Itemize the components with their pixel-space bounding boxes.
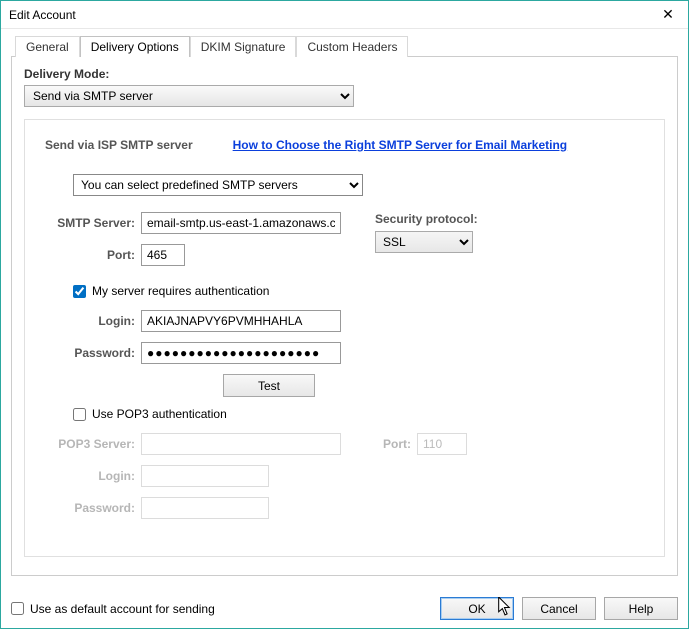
login-label: Login: <box>45 314 135 328</box>
smtp-server-input[interactable] <box>141 212 341 234</box>
help-button[interactable]: Help <box>604 597 678 620</box>
tab-dkim-signature[interactable]: DKIM Signature <box>190 36 297 57</box>
close-button[interactable]: ✕ <box>648 1 688 29</box>
pop3-server-label: POP3 Server: <box>45 437 135 451</box>
ok-button[interactable]: OK <box>440 597 514 620</box>
smtp-panel: Send via ISP SMTP server How to Choose t… <box>24 119 665 557</box>
pop3-port-input <box>417 433 467 455</box>
pop3-login-label: Login: <box>45 469 135 483</box>
window-body: General Delivery Options DKIM Signature … <box>1 29 688 628</box>
help-link-smtp[interactable]: How to Choose the Right SMTP Server for … <box>233 138 568 152</box>
test-button[interactable]: Test <box>223 374 315 397</box>
password-input[interactable] <box>141 342 341 364</box>
security-protocol-select[interactable]: SSL <box>375 231 473 253</box>
pop3-port-label: Port: <box>371 437 411 451</box>
login-input[interactable] <box>141 310 341 332</box>
close-icon: ✕ <box>662 6 674 23</box>
pop3-password-label: Password: <box>45 501 135 515</box>
pop3-login-input <box>141 465 269 487</box>
tab-panel-delivery: Delivery Mode: Send via SMTP server Send… <box>11 56 678 576</box>
tab-general[interactable]: General <box>15 36 80 57</box>
pop3-password-input <box>141 497 269 519</box>
edit-account-window: Edit Account ✕ General Delivery Options … <box>0 0 689 629</box>
titlebar: Edit Account ✕ <box>1 1 688 29</box>
use-as-default-label: Use as default account for sending <box>30 602 215 616</box>
dialog-bottom-bar: Use as default account for sending OK Ca… <box>11 597 678 620</box>
cancel-button[interactable]: Cancel <box>522 597 596 620</box>
use-pop3-label: Use POP3 authentication <box>92 407 227 421</box>
smtp-server-label: SMTP Server: <box>45 216 135 230</box>
password-label: Password: <box>45 346 135 360</box>
delivery-mode-label: Delivery Mode: <box>24 67 665 81</box>
tab-delivery-options[interactable]: Delivery Options <box>80 36 190 57</box>
smtp-port-input[interactable] <box>141 244 185 266</box>
requires-auth-label: My server requires authentication <box>92 284 269 298</box>
smtp-section-title: Send via ISP SMTP server <box>45 138 193 152</box>
security-protocol-label: Security protocol: <box>375 212 478 226</box>
requires-auth-checkbox[interactable] <box>73 285 86 298</box>
preset-smtp-select[interactable]: You can select predefined SMTP servers <box>73 174 363 196</box>
pop3-server-input <box>141 433 341 455</box>
window-title: Edit Account <box>9 8 76 22</box>
use-pop3-checkbox[interactable] <box>73 408 86 421</box>
tab-strip: General Delivery Options DKIM Signature … <box>15 36 678 57</box>
tab-custom-headers[interactable]: Custom Headers <box>296 36 408 57</box>
smtp-port-label: Port: <box>45 248 135 262</box>
use-as-default-checkbox[interactable] <box>11 602 24 615</box>
delivery-mode-select[interactable]: Send via SMTP server <box>24 85 354 107</box>
